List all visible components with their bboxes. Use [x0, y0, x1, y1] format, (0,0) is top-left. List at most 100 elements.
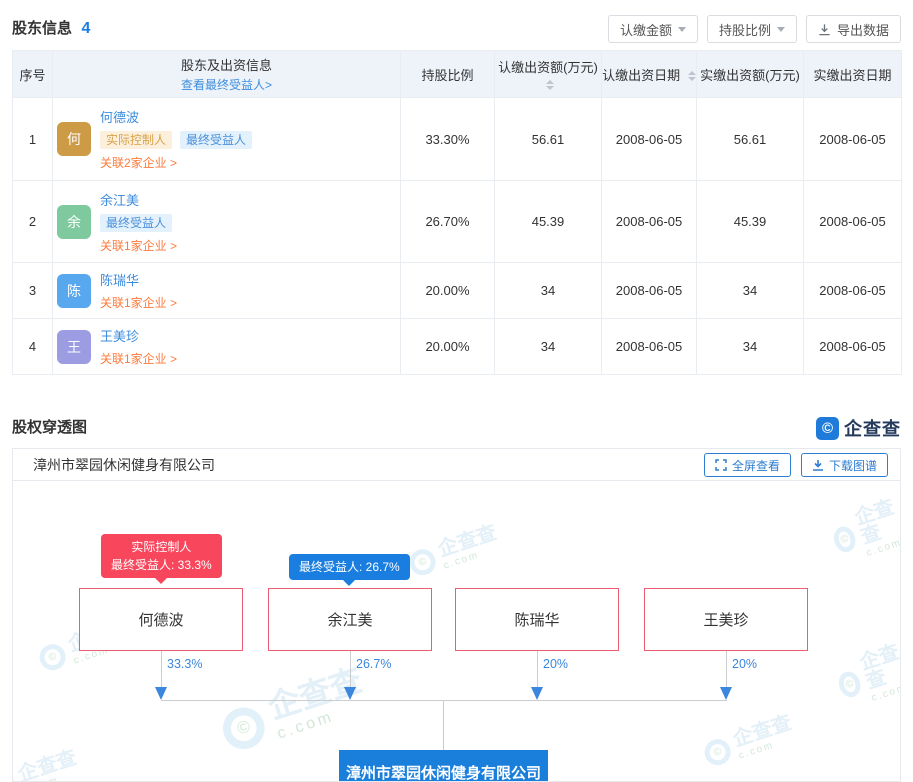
arrow-down-icon [531, 687, 543, 700]
export-data-label: 导出数据 [837, 20, 889, 39]
col-subscribed-amount: 认缴出资额(万元) [495, 51, 602, 98]
related-companies-link[interactable]: 关联1家企业 > [100, 237, 177, 254]
fullscreen-label: 全屏查看 [732, 457, 780, 474]
actual-controller-callout: 实际控制人 最终受益人: 33.3% [101, 534, 222, 578]
download-chart-button[interactable]: 下载图谱 [801, 453, 888, 477]
arrow-down-icon [720, 687, 732, 700]
subscribed-amount-value: 34 [495, 263, 602, 319]
qcc-watermark: © 企查查c.com [832, 642, 901, 713]
chart-node-shareholder[interactable]: 王美珍 [644, 588, 808, 651]
connector-line [726, 651, 727, 689]
qcc-watermark: © 企查查c.com [405, 523, 502, 582]
paid-amount-value: 45.39 [697, 181, 804, 263]
ratio-filter-button[interactable]: 持股比例 [707, 15, 797, 43]
shareholders-title: 股东信息 [12, 14, 72, 44]
ratio-value: 26.70% [401, 181, 495, 263]
final-beneficiary-badge: 最终受益人 [180, 131, 252, 149]
beneficiary-callout: 最终受益人: 26.7% [289, 554, 410, 580]
col-subscribed-date-label: 认缴出资日期 [602, 68, 680, 83]
paid-date-value: 2008-06-05 [804, 98, 902, 181]
ownership-percent: 33.3% [167, 657, 202, 671]
arrow-down-icon [155, 687, 167, 700]
final-beneficiary-badge: 最终受益人 [100, 214, 172, 232]
row-index: 1 [13, 98, 53, 181]
chart-node-shareholder[interactable]: 何德波 [79, 588, 243, 651]
equity-chart: © 企查查c.com © 企查查c.com © 企查查c.com © 企查查c.… [13, 481, 900, 782]
export-data-button[interactable]: 导出数据 [806, 15, 901, 43]
amount-filter-label: 认缴金额 [620, 20, 672, 39]
callout-line1: 最终受益人: 26.7% [299, 558, 400, 576]
related-companies-link[interactable]: 关联2家企业 > [100, 154, 177, 171]
table-row: 1 何 何德波 实际控制人 最终受益人 关联2家企业 > 33.30% 56.6… [13, 98, 902, 181]
connector-line [161, 700, 727, 701]
paid-date-value: 2008-06-05 [804, 263, 902, 319]
sort-icon[interactable] [688, 71, 696, 81]
view-beneficiary-link[interactable]: 查看最终受益人> [53, 76, 400, 93]
equity-chart-panel: 漳州市翠园休闲健身有限公司 全屏查看 下载图谱 © 企查查c.com © [12, 448, 901, 782]
amount-filter-button[interactable]: 认缴金额 [608, 15, 698, 43]
fullscreen-button[interactable]: 全屏查看 [704, 453, 791, 477]
download-chart-label: 下载图谱 [829, 457, 877, 474]
paid-amount-value: 34 [697, 319, 804, 375]
subscribed-date-value: 2008-06-05 [602, 98, 697, 181]
chart-node-shareholder[interactable]: 陈瑞华 [455, 588, 619, 651]
row-index: 3 [13, 263, 53, 319]
connector-line [443, 700, 444, 750]
ownership-percent: 26.7% [356, 657, 391, 671]
shareholder-name-link[interactable]: 王美珍 [100, 326, 139, 345]
shareholders-count: 4 [81, 20, 90, 37]
paid-amount-value: 56.61 [697, 98, 804, 181]
col-paid-amount: 实缴出资额(万元) [697, 51, 804, 98]
equity-header: 股权穿透图 © 企查查 [12, 412, 901, 444]
equity-title: 股权穿透图 [12, 412, 87, 444]
col-subscribed-amount-label: 认缴出资额(万元) [498, 60, 598, 75]
fullscreen-icon [715, 459, 727, 471]
avatar: 何 [57, 122, 91, 156]
chart-node-root-company[interactable]: 漳州市翠园休闲健身有限公司 [339, 750, 548, 782]
ratio-value: 20.00% [401, 263, 495, 319]
callout-line2: 最终受益人: 33.3% [111, 556, 212, 574]
connector-line [350, 651, 351, 689]
qcc-watermark: © 企查查c.com [12, 748, 83, 782]
download-icon [818, 23, 831, 36]
ratio-value: 33.30% [401, 98, 495, 181]
shareholder-name-link[interactable]: 余江美 [100, 190, 139, 209]
table-row: 2 余 余江美 最终受益人 关联1家企业 > 26.70% 45.39 2008… [13, 181, 902, 263]
related-companies-link[interactable]: 关联1家企业 > [100, 294, 177, 311]
row-index: 4 [13, 319, 53, 375]
shareholders-toolbar: 认缴金额 持股比例 导出数据 [608, 15, 901, 43]
sort-icon[interactable] [546, 80, 554, 90]
subscribed-date-value: 2008-06-05 [602, 181, 697, 263]
subscribed-amount-value: 56.61 [495, 98, 602, 181]
arrow-down-icon [344, 687, 356, 700]
ratio-filter-label: 持股比例 [719, 20, 771, 39]
col-shareholder-label: 股东及出资信息 [181, 58, 272, 73]
related-companies-link[interactable]: 关联1家企业 > [100, 350, 177, 367]
connector-line [537, 651, 538, 689]
table-row: 4 王 王美珍 关联1家企业 > 20.00% 34 2008-06-05 34… [13, 319, 902, 375]
qcc-logo-icon: © [816, 417, 839, 440]
row-index: 2 [13, 181, 53, 263]
connector-line [161, 651, 162, 689]
shareholders-table: 序号 股东及出资信息 查看最终受益人> 持股比例 认缴出资额(万元) 认缴出资日… [12, 50, 902, 375]
ownership-percent: 20% [543, 657, 568, 671]
ownership-percent: 20% [732, 657, 757, 671]
qcc-brand-name: 企查查 [844, 415, 901, 441]
col-ratio: 持股比例 [401, 51, 495, 98]
col-subscribed-date: 认缴出资日期 [602, 51, 697, 98]
table-header-row: 序号 股东及出资信息 查看最终受益人> 持股比例 认缴出资额(万元) 认缴出资日… [13, 51, 902, 98]
qcc-brand: © 企查查 [816, 415, 901, 441]
qcc-watermark: © 企查查c.com [700, 713, 797, 772]
col-paid-date: 实缴出资日期 [804, 51, 902, 98]
ratio-value: 20.00% [401, 319, 495, 375]
paid-date-value: 2008-06-05 [804, 181, 902, 263]
avatar: 王 [57, 330, 91, 364]
subscribed-date-value: 2008-06-05 [602, 319, 697, 375]
avatar: 陈 [57, 274, 91, 308]
shareholder-name-link[interactable]: 陈瑞华 [100, 270, 139, 289]
shareholder-name-link[interactable]: 何德波 [100, 107, 139, 126]
col-index: 序号 [13, 51, 53, 98]
col-shareholder: 股东及出资信息 查看最终受益人> [53, 51, 401, 98]
equity-panel-header: 漳州市翠园休闲健身有限公司 全屏查看 下载图谱 [13, 449, 900, 481]
chart-node-shareholder[interactable]: 余江美 [268, 588, 432, 651]
